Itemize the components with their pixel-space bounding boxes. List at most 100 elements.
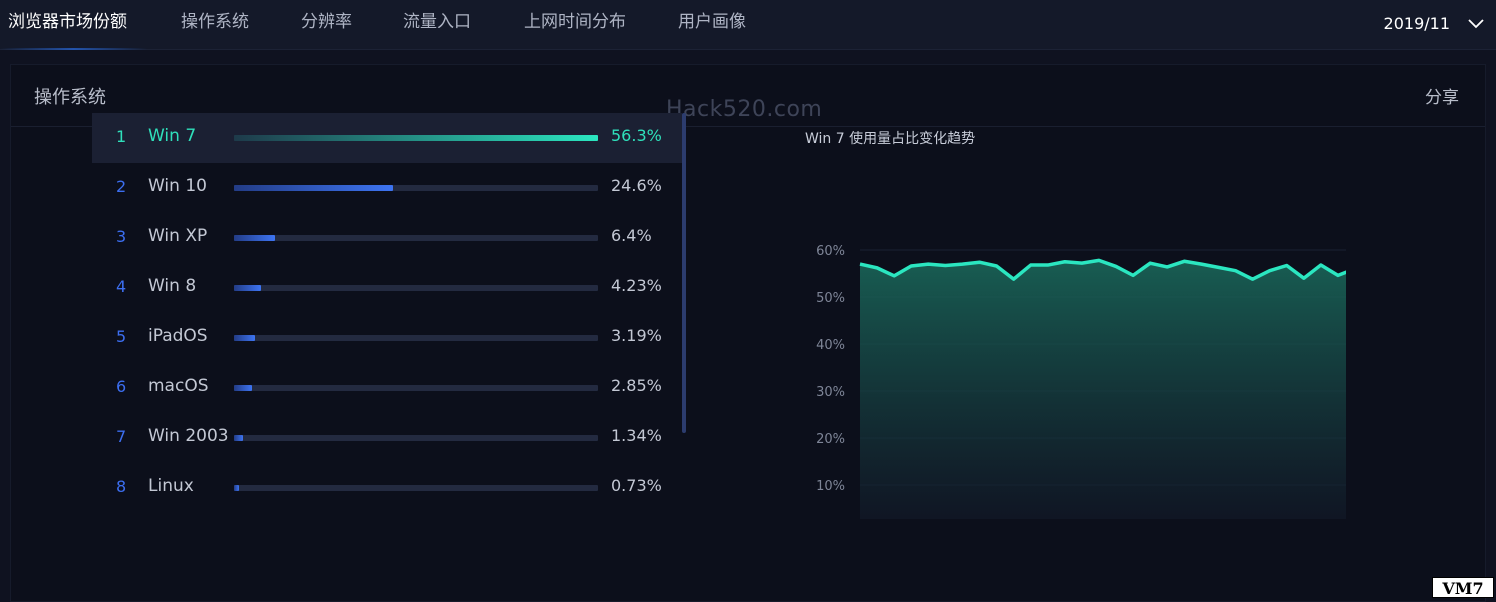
- data-point[interactable]: [1012, 277, 1016, 281]
- share-bar-fill: [234, 135, 598, 141]
- share-bar-fill: [234, 485, 239, 491]
- rank-index: 2: [116, 177, 127, 196]
- rank-index: 3: [116, 227, 127, 246]
- y-tick-label: 10%: [816, 479, 845, 494]
- share-bar-track: [234, 185, 598, 191]
- share-bar-track: [234, 435, 598, 441]
- share-bar-fill: [234, 335, 255, 341]
- tab-browser-share[interactable]: 浏览器市场份额: [0, 0, 147, 50]
- data-point[interactable]: [875, 266, 879, 270]
- data-point[interactable]: [1148, 261, 1152, 265]
- data-point[interactable]: [1131, 273, 1135, 277]
- data-point[interactable]: [892, 274, 896, 278]
- os-name: Win 8: [148, 276, 197, 296]
- date-selector[interactable]: 2019/11: [1384, 0, 1484, 48]
- share-bar-track: [234, 285, 598, 291]
- tab-resolution[interactable]: 分辨率: [301, 0, 352, 48]
- data-point[interactable]: [1234, 269, 1238, 273]
- ranking-row[interactable]: 7 Win 2003 1.34%: [92, 413, 682, 463]
- data-point[interactable]: [1097, 258, 1101, 262]
- date-value: 2019/11: [1383, 14, 1450, 33]
- share-bar-fill: [234, 285, 262, 291]
- ranking-row[interactable]: 2 Win 10 24.6%: [92, 163, 682, 213]
- data-point[interactable]: [1046, 263, 1050, 267]
- rank-index: 8: [116, 477, 127, 496]
- y-tick-label: 50%: [816, 291, 845, 306]
- share-bar-fill: [234, 235, 276, 241]
- os-ranking-list: 1 Win 7 56.3% 2 Win 10 24.6% 3 Win XP 6.4% 4 Win 8…: [92, 113, 682, 513]
- share-value: 1.34%: [611, 426, 662, 445]
- y-tick-label: 20%: [816, 432, 845, 447]
- chevron-down-icon: [1468, 19, 1484, 29]
- share-bar-track: [234, 235, 598, 241]
- data-point[interactable]: [1080, 261, 1084, 265]
- os-name: Win XP: [148, 226, 208, 246]
- data-point[interactable]: [960, 262, 964, 266]
- data-point[interactable]: [1336, 273, 1340, 277]
- tab-traffic-entry[interactable]: 流量入口: [403, 0, 471, 48]
- data-point[interactable]: [977, 260, 981, 264]
- share-value: 24.6%: [611, 176, 662, 195]
- share-button[interactable]: 分享: [1425, 83, 1459, 108]
- y-tick-label: 60%: [816, 244, 845, 259]
- data-point[interactable]: [1302, 276, 1306, 280]
- share-bar-fill: [234, 385, 253, 391]
- data-point[interactable]: [909, 264, 913, 268]
- os-name: iPadOS: [148, 326, 208, 346]
- os-name: Win 10: [148, 176, 207, 196]
- data-point[interactable]: [1285, 264, 1289, 268]
- series-area: [860, 260, 1346, 519]
- data-point[interactable]: [995, 264, 999, 268]
- tab-online-time[interactable]: 上网时间分布: [524, 0, 626, 48]
- list-scrollbar[interactable]: [682, 113, 686, 433]
- rank-index: 7: [116, 427, 127, 446]
- ranking-row[interactable]: 5 iPadOS 3.19%: [92, 313, 682, 363]
- os-name: Win 7: [148, 126, 197, 146]
- share-bar-track: [234, 135, 598, 141]
- data-point[interactable]: [1165, 265, 1169, 269]
- share-value: 0.73%: [611, 476, 662, 495]
- corner-badge: VM7: [1432, 577, 1494, 598]
- os-name: Win 2003: [148, 426, 229, 446]
- tab-user-profile[interactable]: 用户画像: [678, 0, 746, 48]
- share-value: 56.3%: [611, 126, 662, 145]
- data-point[interactable]: [1029, 263, 1033, 267]
- ranking-row[interactable]: 1 Win 7 56.3%: [92, 113, 682, 163]
- top-navigation: 浏览器市场份额 操作系统 分辨率 流量入口 上网时间分布 用户画像 2019/1…: [0, 0, 1496, 50]
- share-bar-track: [234, 335, 598, 341]
- chart-canvas: 0%10%20%30%40%50%60%11/0111/0511/0911/13…: [816, 244, 1346, 519]
- data-point[interactable]: [1063, 260, 1067, 264]
- ranking-row[interactable]: 8 Linux 0.73%: [92, 463, 682, 513]
- tab-os[interactable]: 操作系统: [181, 0, 249, 48]
- ranking-row[interactable]: 6 macOS 2.85%: [92, 363, 682, 413]
- rank-index: 1: [116, 127, 127, 146]
- data-point[interactable]: [1114, 264, 1118, 268]
- share-value: 6.4%: [611, 226, 652, 245]
- data-point[interactable]: [1268, 269, 1272, 273]
- rank-index: 4: [116, 277, 127, 296]
- data-point[interactable]: [1319, 263, 1323, 267]
- rank-index: 5: [116, 327, 127, 346]
- ranking-row[interactable]: 3 Win XP 6.4%: [92, 213, 682, 263]
- ranking-row[interactable]: 4 Win 8 4.23%: [92, 263, 682, 313]
- data-point[interactable]: [943, 264, 947, 268]
- share-value: 4.23%: [611, 276, 662, 295]
- share-value: 3.19%: [611, 326, 662, 345]
- data-point[interactable]: [1216, 265, 1220, 269]
- y-tick-label: 30%: [816, 385, 845, 400]
- share-bar-track: [234, 485, 598, 491]
- data-point[interactable]: [1251, 277, 1255, 281]
- os-name: macOS: [148, 376, 209, 396]
- rank-index: 6: [116, 377, 127, 396]
- y-tick-label: 40%: [816, 338, 845, 353]
- data-point[interactable]: [926, 262, 930, 266]
- trend-chart: Win 7 使用量占比变化趋势 0%10%20%30%40%50%60%11/0…: [786, 109, 1346, 519]
- share-bar-fill: [234, 435, 243, 441]
- share-bar-track: [234, 385, 598, 391]
- data-point[interactable]: [858, 262, 862, 266]
- panel-title: 操作系统: [34, 87, 106, 108]
- os-name: Linux: [148, 476, 194, 496]
- data-point[interactable]: [1199, 262, 1203, 266]
- share-bar-fill: [234, 185, 394, 191]
- data-point[interactable]: [1182, 259, 1186, 263]
